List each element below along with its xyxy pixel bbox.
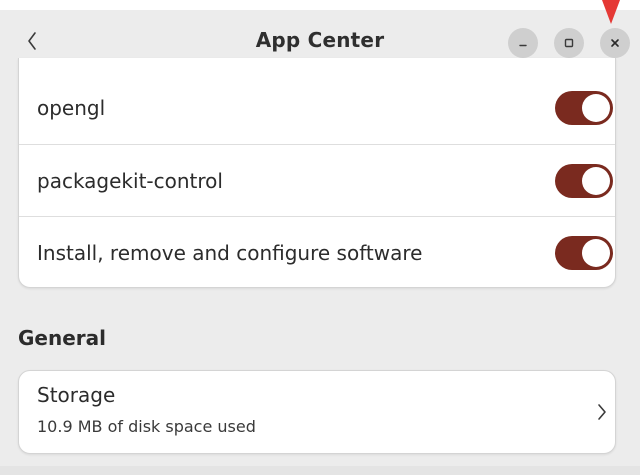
minimize-icon [519,44,527,47]
toggle-knob [582,166,610,195]
permission-row: packagekit-control [19,144,615,216]
storage-title: Storage [37,383,116,407]
permission-label: Install, remove and configure software [37,240,423,265]
maximize-icon [564,38,574,48]
permission-row: opengl [19,72,615,144]
pointer-arrow-icon [602,0,620,24]
permission-toggle[interactable] [555,91,613,125]
storage-usage: 10.9 MB of disk space used [37,417,256,436]
permission-row: Install, remove and configure software [19,216,615,287]
chevron-right-icon [598,404,606,420]
app-window: App Center opengl packagekit-control Ins… [0,0,640,475]
maximize-button[interactable] [554,28,584,58]
permission-toggle[interactable] [555,163,613,198]
permission-toggle[interactable] [555,235,613,270]
toggle-knob [582,94,610,122]
permission-label: packagekit-control [37,168,223,193]
toggle-knob [582,238,610,267]
bottom-edge [0,466,640,475]
section-heading-general: General [18,326,106,350]
minimize-button[interactable] [508,28,538,58]
permission-label: opengl [37,96,106,120]
storage-row[interactable]: Storage 10.9 MB of disk space used [18,370,616,454]
close-icon [611,39,619,47]
permissions-card: opengl packagekit-control Install, remov… [18,58,616,288]
close-button[interactable] [600,28,630,58]
window-title: App Center [255,28,385,52]
